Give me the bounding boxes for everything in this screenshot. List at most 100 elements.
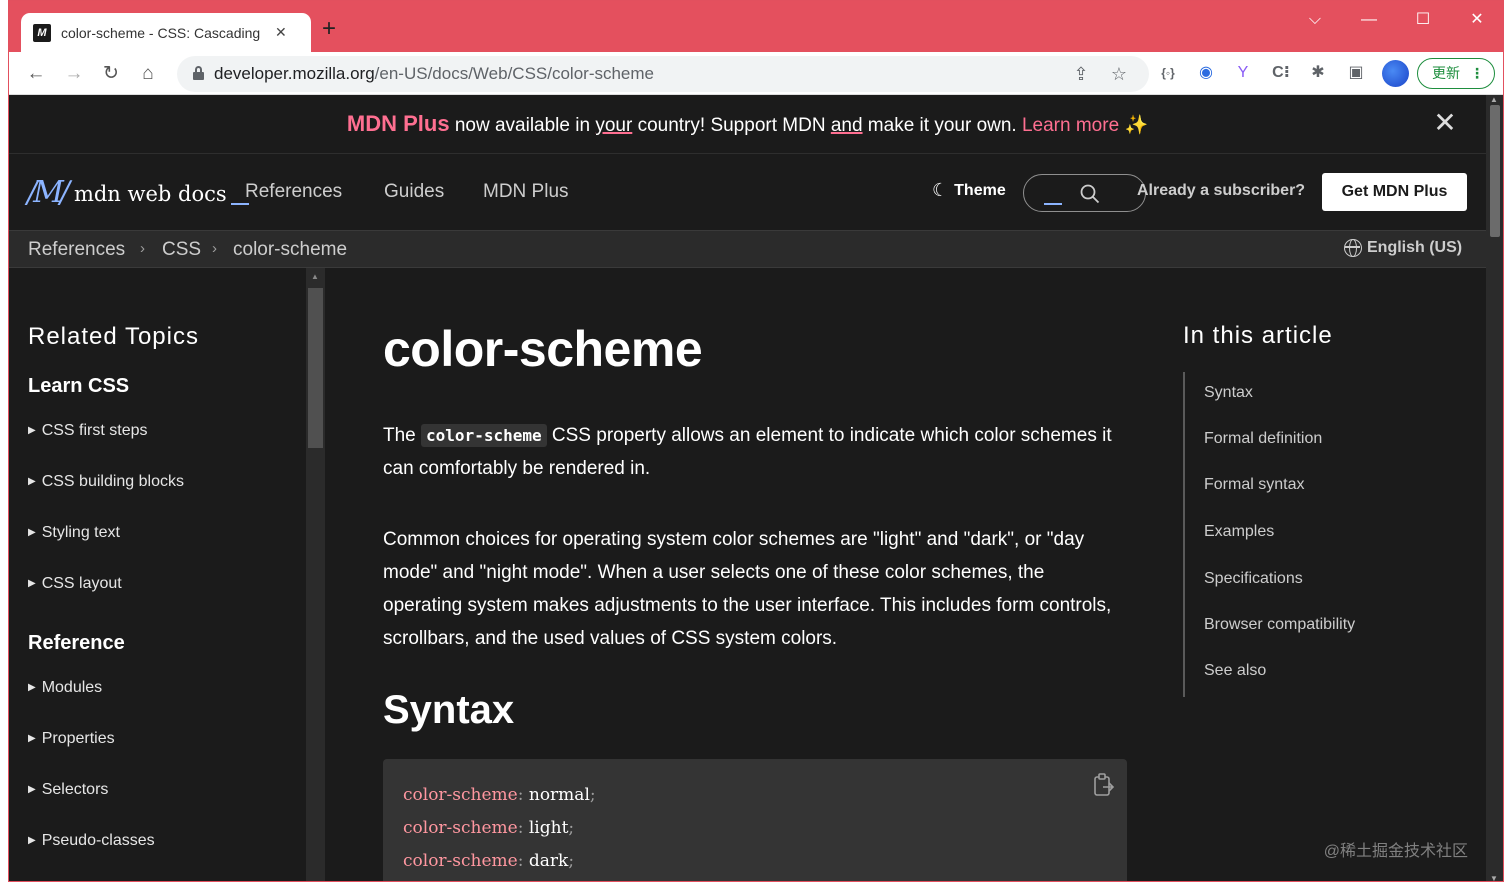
description-paragraph: Common choices for operating system colo…	[383, 529, 1112, 649]
toc-item-examples[interactable]: Examples	[1204, 523, 1274, 541]
new-tab-icon[interactable]: +	[317, 17, 341, 41]
sidebar-item-properties[interactable]: ▶ Properties	[28, 730, 115, 748]
sidepanel-icon[interactable]: ▣	[1344, 61, 1368, 85]
sidebar-title: Related Topics	[28, 323, 199, 350]
page-content: MDN Plus now available in your country! …	[9, 95, 1486, 881]
chevron-right-icon: ›	[212, 240, 217, 257]
moon-icon: ☾	[932, 180, 949, 200]
page-scrollbar[interactable]: ▲ ▼	[1486, 95, 1503, 881]
banner-brand: MDN Plus	[346, 111, 450, 136]
mdn-plus-banner: MDN Plus now available in your country! …	[9, 95, 1486, 153]
star-icon[interactable]: ☆	[1107, 62, 1131, 86]
code-example: color-scheme: normal; color-scheme: ligh…	[383, 759, 1127, 881]
toc-item-formal-definition[interactable]: Formal definition	[1204, 430, 1322, 448]
sidebar-scrollbar[interactable]: ▲	[306, 268, 325, 881]
extension-y-icon[interactable]: Y	[1231, 61, 1255, 85]
mdn-logo[interactable]: /M/ mdn web docs	[27, 175, 249, 210]
sidebar-item-selectors[interactable]: ▶ Selectors	[28, 781, 108, 799]
scroll-up-icon[interactable]: ▲	[311, 272, 319, 281]
syntax-heading: Syntax	[383, 688, 515, 732]
sidebar-section-reference: Reference	[28, 632, 125, 654]
browser-toolbar: ← → ↻ ⌂ developer.mozilla.org/en-US/docs…	[9, 52, 1503, 95]
breadcrumb-css[interactable]: CSS	[162, 239, 201, 261]
expand-triangle-icon: ▶	[28, 425, 36, 436]
lock-icon[interactable]	[193, 66, 204, 80]
mdn-favicon-icon: M	[33, 23, 51, 42]
sidebar-section-learn: Learn CSS	[28, 375, 130, 397]
table-of-contents: In this article Syntax Formal definition…	[1183, 268, 1473, 881]
banner-close-icon[interactable]: ✕	[1432, 109, 1458, 137]
browser-tab[interactable]: M color-scheme - CSS: Cascading ✕	[21, 13, 311, 52]
toc-item-see-also[interactable]: See also	[1204, 662, 1266, 680]
learn-more-link[interactable]: Learn more	[1022, 115, 1119, 136]
sidebar-item-pseudo-classes[interactable]: ▶ Pseudo-classes	[28, 832, 155, 850]
browser-window: M color-scheme - CSS: Cascading ✕ + ⌵ — …	[8, 0, 1504, 882]
toc-item-specifications[interactable]: Specifications	[1204, 570, 1303, 588]
nav-guides[interactable]: Guides	[384, 181, 444, 203]
close-window-icon[interactable]: ✕	[1463, 9, 1491, 31]
language-switcher[interactable]: English (US)	[1344, 239, 1462, 257]
profile-avatar[interactable]	[1382, 60, 1409, 87]
sidebar-item-styling-text[interactable]: ▶ Styling text	[28, 524, 120, 542]
share-icon[interactable]: ⇪	[1069, 62, 1093, 86]
subscriber-link[interactable]: Already a subscriber?	[1137, 182, 1305, 200]
page-scroll-thumb[interactable]	[1490, 105, 1500, 237]
extension-shield-icon[interactable]: ◉	[1194, 61, 1218, 85]
sparkle-icon: ✨	[1124, 115, 1149, 136]
code-line: color-scheme: normal;	[403, 785, 596, 805]
toc-item-browser-compatibility[interactable]: Browser compatibility	[1204, 616, 1355, 634]
toc-item-syntax[interactable]: Syntax	[1204, 384, 1253, 402]
nav-mdn-plus[interactable]: MDN Plus	[483, 181, 569, 203]
scroll-down-icon[interactable]: ▼	[1490, 874, 1498, 881]
tab-close-icon[interactable]: ✕	[275, 24, 287, 41]
breadcrumb-current[interactable]: color-scheme	[233, 239, 347, 261]
mdn-logo-icon: /M/	[27, 175, 70, 210]
expand-triangle-icon: ▶	[28, 476, 36, 487]
breadcrumb: References › CSS › color-scheme English …	[9, 230, 1486, 268]
sidebar-item-modules[interactable]: ▶ Modules	[28, 679, 102, 697]
tab-title: color-scheme - CSS: Cascading	[61, 24, 261, 41]
toc-item-formal-syntax[interactable]: Formal syntax	[1204, 476, 1304, 494]
page-title: color-scheme	[383, 321, 703, 377]
menu-icon[interactable]: ⋮	[1470, 59, 1484, 88]
minimize-icon[interactable]: —	[1355, 9, 1383, 31]
search-icon	[1080, 184, 1100, 204]
article: color-scheme The color-scheme CSS proper…	[383, 268, 1143, 881]
back-icon[interactable]: ←	[23, 61, 49, 87]
theme-button[interactable]: ☾ Theme	[932, 180, 1006, 201]
extension-c-icon[interactable]: C⁝	[1269, 61, 1293, 85]
chevron-right-icon: ›	[140, 240, 145, 257]
url-text[interactable]: developer.mozilla.org/en-US/docs/Web/CSS…	[214, 64, 654, 84]
scroll-up-icon[interactable]: ▲	[1490, 95, 1498, 104]
expand-triangle-icon: ▶	[28, 784, 36, 795]
watermark: @稀土掘金技术社区	[1323, 843, 1468, 860]
expand-triangle-icon: ▶	[28, 682, 36, 693]
maximize-icon[interactable]: ☐	[1409, 9, 1437, 31]
expand-triangle-icon: ▶	[28, 733, 36, 744]
reload-icon[interactable]: ↻	[98, 61, 124, 87]
address-bar[interactable]: developer.mozilla.org/en-US/docs/Web/CSS…	[177, 56, 1149, 92]
tab-search-icon[interactable]: ⌵	[1301, 9, 1329, 31]
inline-code: color-scheme	[421, 424, 547, 447]
sidebar: Related Topics Learn CSS ▶ CSS first step…	[9, 268, 306, 881]
extensions-icon[interactable]: ✱	[1306, 61, 1330, 85]
get-mdn-plus-button[interactable]: Get MDN Plus	[1322, 173, 1467, 211]
sidebar-item-css-building-blocks[interactable]: ▶ CSS building blocks	[28, 473, 184, 491]
search-input[interactable]	[1023, 174, 1146, 212]
sidebar-item-css-layout[interactable]: ▶ CSS layout	[28, 575, 122, 593]
nav-references[interactable]: References	[245, 181, 342, 203]
home-icon[interactable]: ⌂	[135, 61, 161, 87]
update-button[interactable]: 更新 ⋮	[1417, 58, 1495, 89]
copy-icon[interactable]	[1093, 773, 1115, 797]
toc-title: In this article	[1183, 322, 1333, 349]
expand-triangle-icon: ▶	[28, 835, 36, 846]
tab-strip: M color-scheme - CSS: Cascading ✕ + ⌵ — …	[9, 1, 1503, 52]
sidebar-scroll-thumb[interactable]	[308, 288, 323, 448]
sidebar-item-css-first-steps[interactable]: ▶ CSS first steps	[28, 422, 148, 440]
site-header: /M/ mdn web docs References Guides MDN P…	[9, 153, 1486, 230]
forward-icon[interactable]: →	[61, 61, 87, 87]
extension-braces-icon[interactable]: {◦}	[1156, 61, 1180, 85]
code-line: color-scheme: dark;	[403, 851, 575, 871]
breadcrumb-references[interactable]: References	[28, 239, 125, 261]
code-line: color-scheme: light;	[403, 818, 575, 838]
